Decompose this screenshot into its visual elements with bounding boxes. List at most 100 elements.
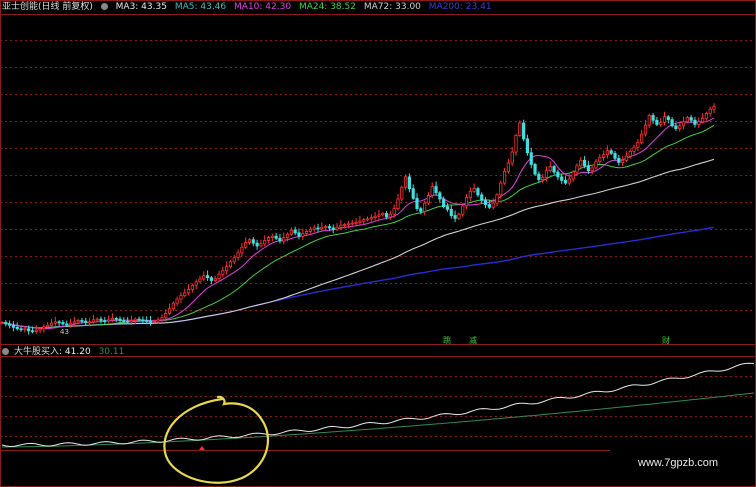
ma10-label: MA10: 42.30 [234,2,292,12]
candle-body [232,257,236,263]
candle-body [605,150,609,156]
frame [0,0,756,487]
candle-body [499,182,503,196]
candle-body [407,176,412,190]
candle-body [704,112,708,119]
candle-body [590,167,594,172]
candle-body [76,320,80,323]
candle-body [415,197,419,210]
candle-body [594,161,598,169]
candle-body [712,106,716,110]
candle-body [259,243,263,247]
candle-body [244,242,248,248]
candle-body [426,195,431,204]
candle-body [697,121,701,125]
candle-body [487,204,491,208]
candle-body [0,322,4,324]
candle-body [586,165,590,172]
candlesticks [0,103,716,335]
candle-body [643,124,648,135]
stock-chart [0,0,756,487]
candle-body [217,273,221,279]
candle-body [381,213,385,216]
candle-body [87,321,92,324]
candle-body [346,223,351,226]
sub-settings-icon[interactable] [2,348,9,355]
ma72-line [1,158,715,329]
ma5-label: MA5: 43.46 [174,2,227,12]
candle-body [472,188,476,192]
candle-body [297,232,301,237]
candle-body [400,186,404,200]
candle-body [514,135,518,153]
ma200-line [1,226,715,329]
candle-body [388,213,392,218]
marker-tiao[interactable]: 跳 [443,335,451,346]
candle-body [11,324,16,328]
candle-body [282,237,286,242]
candle-body [662,116,667,123]
candle-body [110,318,115,321]
candle-body [343,224,347,226]
candle-body [255,242,259,247]
candle-body [263,239,267,245]
candle-body [57,321,61,324]
candle-body [251,239,255,244]
candle-body [179,295,183,300]
candle-body [202,275,206,280]
candle-body [544,170,549,178]
candle-body [556,171,560,178]
candle-body [38,328,42,331]
candle-body [689,117,693,121]
candle-body [685,117,689,123]
candle-body [563,179,568,184]
candle-body [430,186,434,196]
candle-body [15,326,19,330]
candle-body [141,319,145,322]
candle-body [335,226,339,230]
main-legend: 亚士创能(日线 前复权) MA3: 43.35 MA5: 43.46 MA10:… [2,2,497,13]
candle-body [194,281,198,286]
candle-body [247,239,252,243]
candle-body [266,237,271,241]
candle-body [4,322,8,325]
candle-body [582,159,587,167]
candle-body [617,157,621,163]
candle-body [636,141,640,148]
candle-body [476,188,480,196]
candle-body [42,326,46,330]
candle-body [240,246,244,254]
candle-body [674,125,678,129]
settings-icon[interactable] [100,3,108,10]
buy-signal-icon [199,446,205,450]
candle-body [453,215,457,219]
candle-body [659,121,663,125]
candle-body [61,322,65,325]
candle-body [152,320,156,323]
candle-body [464,197,469,207]
candle-body [274,235,278,239]
candle-body [579,159,583,167]
candle-body [289,229,293,235]
watermark: www.7gpzb.com [638,457,719,469]
candle-body [84,320,88,323]
candle-body [445,206,450,210]
marker-jian[interactable]: 减 [469,335,477,346]
candle-body [483,199,488,205]
candle-body [640,133,644,143]
candle-body [327,226,332,229]
ma72-label: MA72: 33.00 [363,2,421,12]
ma24-label: MA24: 38.52 [298,2,356,12]
candle-body [647,115,651,126]
ma200-label: MA200: 23.41 [428,2,492,12]
candle-body [293,229,297,234]
candle-body [19,328,23,331]
stock-title[interactable]: 亚士创能(日线 前复权) [2,2,93,12]
candle-body [681,121,686,127]
candle-body [209,277,214,281]
candle-body [49,322,54,326]
sub-title[interactable]: 大牛股买入 [14,347,59,357]
marker-cai[interactable]: 财 [662,335,670,346]
candle-body [571,171,575,180]
candle-body [419,208,423,212]
